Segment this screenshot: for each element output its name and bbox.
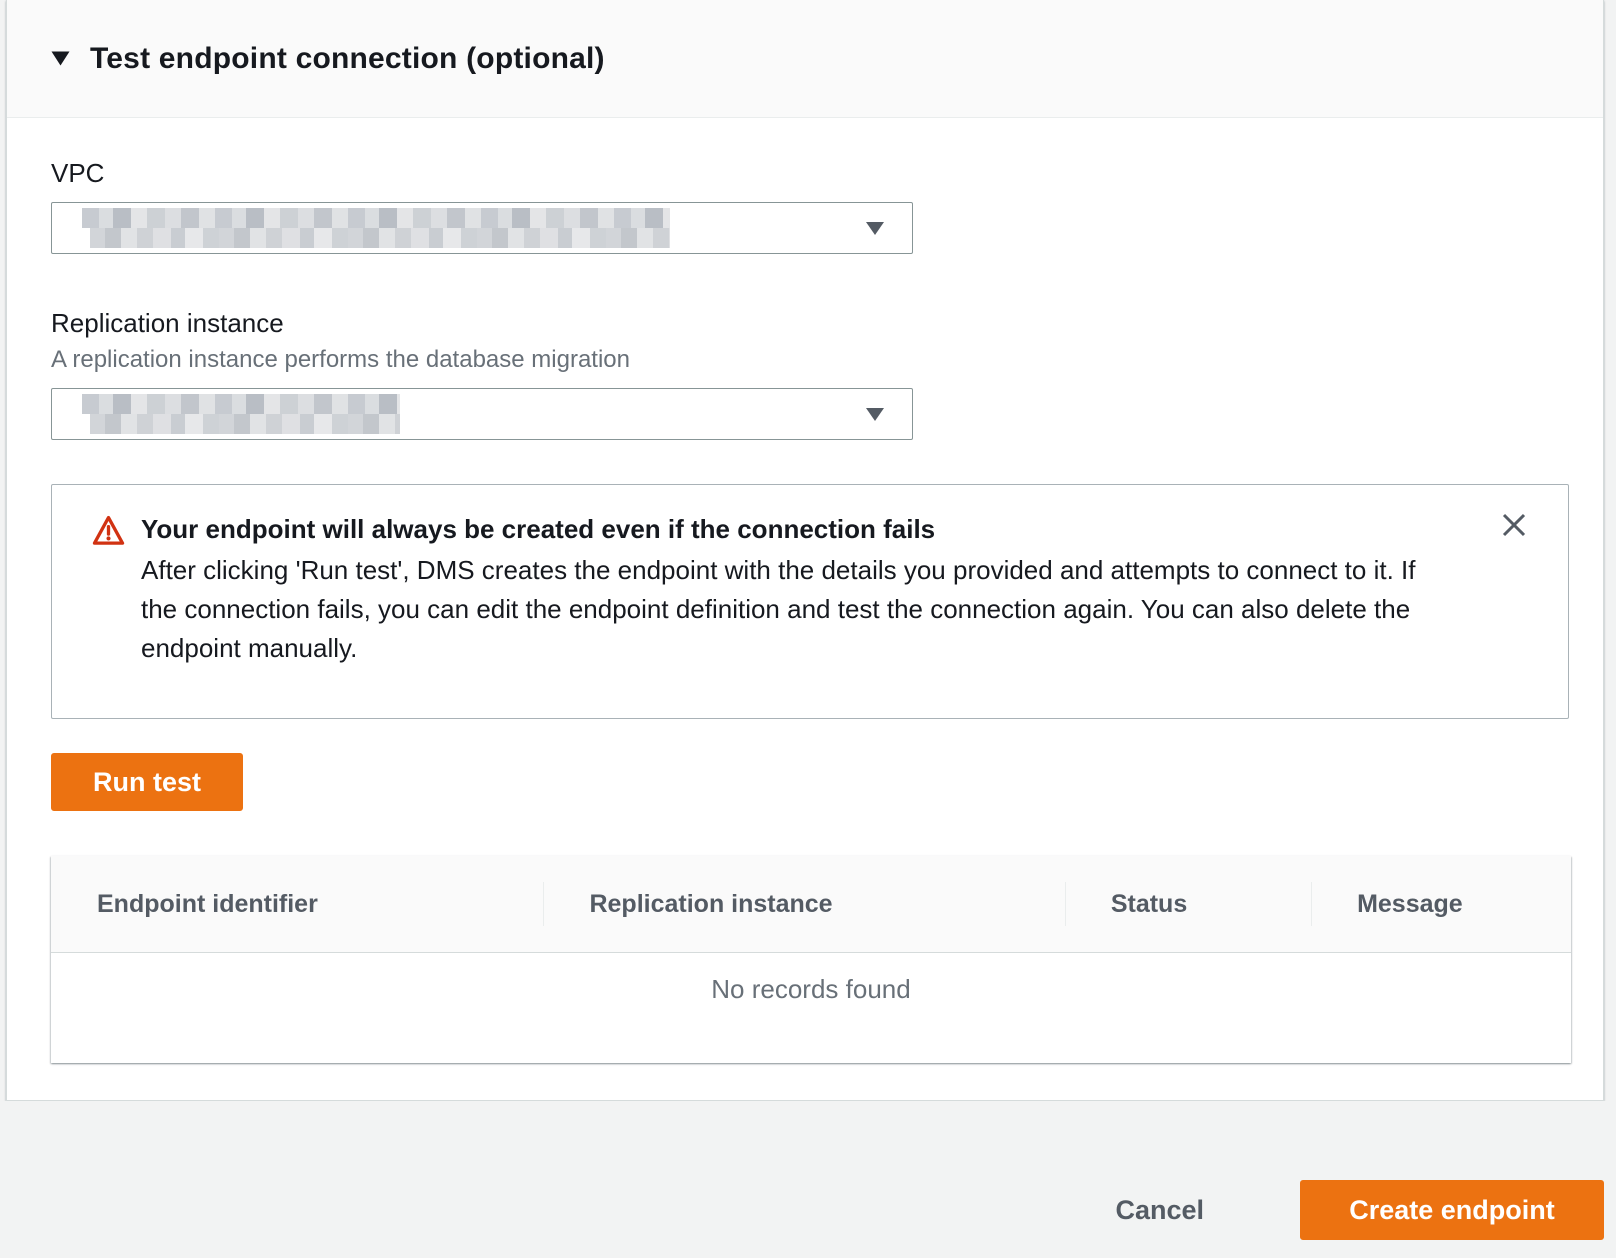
caret-down-icon — [866, 222, 884, 235]
close-icon — [1499, 510, 1529, 540]
warning-text-block: Your endpoint will always be created eve… — [141, 512, 1441, 668]
replication-instance-label: Replication instance — [51, 308, 1559, 338]
vpc-selected-value-redacted — [82, 208, 670, 248]
empty-state-text: No records found — [51, 953, 1571, 1063]
column-header-status: Status — [1065, 856, 1311, 952]
warning-body: After clicking 'Run test', DMS creates t… — [141, 551, 1441, 668]
form-footer: Cancel Create endpoint — [0, 1101, 1616, 1258]
column-header-endpoint-identifier: Endpoint identifier — [51, 856, 543, 952]
warning-alert: Your endpoint will always be created eve… — [51, 484, 1569, 719]
warning-triangle-icon — [92, 514, 125, 547]
replication-instance-select[interactable] — [51, 388, 913, 440]
warning-title: Your endpoint will always be created eve… — [141, 512, 1441, 546]
test-endpoint-connection-panel: Test endpoint connection (optional) VPC … — [6, 0, 1604, 1101]
replication-instance-field: Replication instance A replication insta… — [51, 308, 1559, 440]
table-header-row: Endpoint identifier Replication instance… — [51, 856, 1571, 953]
section-title: Test endpoint connection (optional) — [90, 42, 605, 76]
cancel-button[interactable]: Cancel — [1115, 1180, 1204, 1240]
vpc-field: VPC — [51, 158, 1559, 254]
caret-down-icon — [866, 408, 884, 421]
column-header-message: Message — [1311, 856, 1571, 952]
section-body: VPC Replication instance A replication i… — [7, 118, 1603, 1063]
replication-instance-description: A replication instance performs the data… — [51, 346, 1559, 374]
test-results-table: Endpoint identifier Replication instance… — [51, 856, 1571, 1063]
vpc-select[interactable] — [51, 202, 913, 254]
create-endpoint-button[interactable]: Create endpoint — [1300, 1180, 1604, 1240]
column-header-replication-instance: Replication instance — [543, 856, 1064, 952]
replication-instance-selected-value-redacted — [82, 394, 400, 434]
run-test-button[interactable]: Run test — [51, 753, 243, 811]
vpc-label: VPC — [51, 158, 1559, 188]
close-warning-button[interactable] — [1496, 507, 1532, 543]
section-header-toggle[interactable]: Test endpoint connection (optional) — [7, 0, 1603, 118]
triangle-down-icon — [51, 51, 70, 66]
